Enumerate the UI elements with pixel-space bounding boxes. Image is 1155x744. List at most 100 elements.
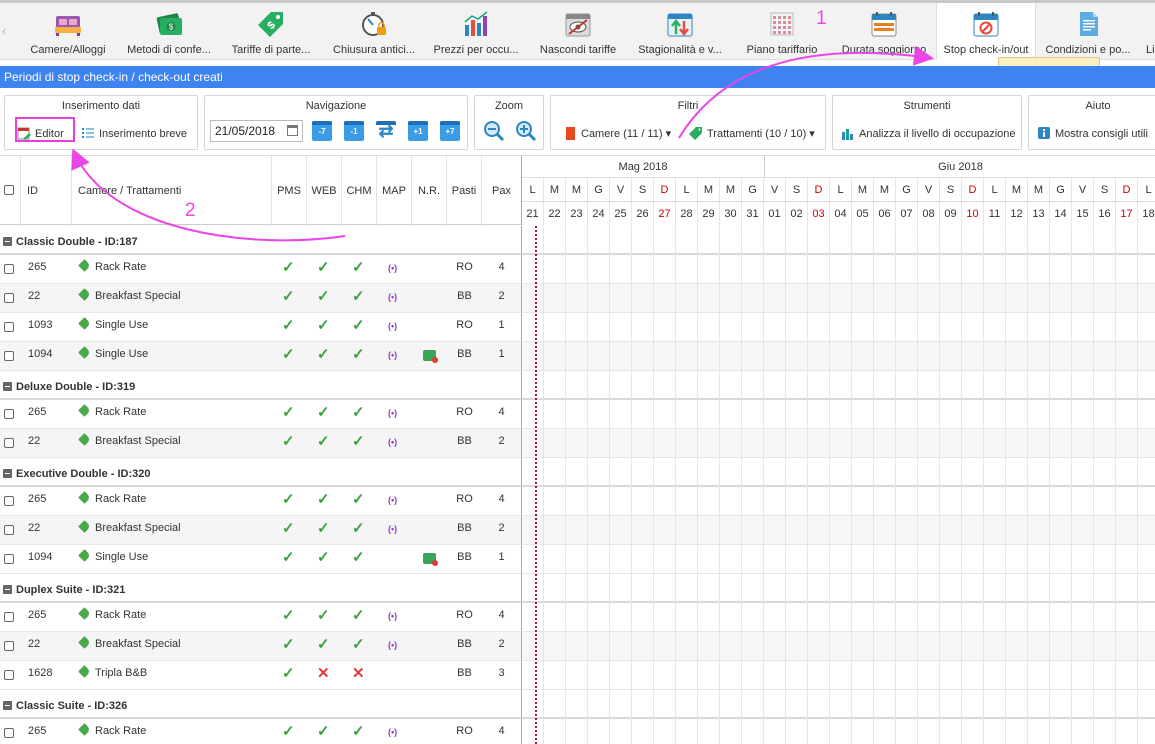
column-id[interactable]: ID [21,156,72,226]
table-row[interactable]: 22 Breakfast Special ✓ ✓ ✓ (•) BB 2 [0,284,1155,313]
scroll-left-icon[interactable]: ‹ [2,23,14,38]
table-row[interactable]: 265 Rack Rate ✓ ✓ ✓ (•) RO 4 [0,487,1155,516]
row-checkbox[interactable] [4,322,14,332]
rate-name[interactable]: Breakfast Special [78,632,181,661]
row-timeline[interactable] [521,516,1155,545]
table-row[interactable]: 265 Rack Rate ✓ ✓ ✓ (•) RO 4 [0,719,1155,744]
day-cell[interactable]: 28 [676,202,698,225]
row-checkbox[interactable] [4,496,14,506]
room-group-label[interactable]: Duplex Suite - ID:321 [0,574,521,603]
day-cell[interactable]: 24 [588,202,610,225]
nav-back-1-button[interactable]: -1 [344,121,364,141]
column-pms[interactable]: PMS [272,156,307,226]
nav-back-7-button[interactable]: -7 [312,121,332,141]
day-cell[interactable]: 07 [896,202,918,225]
table-row[interactable]: 265 Rack Rate ✓ ✓ ✓ (•) RO 4 [0,255,1155,284]
zoom-out-icon[interactable] [483,120,505,142]
swap-arrows-icon[interactable]: ⇄ [376,121,396,141]
table-row[interactable]: 1094 Single Use ✓ ✓ ✓ BB 1 [0,545,1155,574]
day-cell[interactable]: 21 [522,202,544,225]
tab-stop-checkin-out[interactable]: Stop check-in/out [936,3,1036,60]
day-cell[interactable]: 03 [808,202,830,225]
row-timeline[interactable] [521,719,1155,744]
row-checkbox[interactable] [4,641,14,651]
row-checkbox[interactable] [4,612,14,622]
row-checkbox[interactable] [4,293,14,303]
room-group-label[interactable]: Executive Double - ID:320 [0,458,521,487]
tab-truncated[interactable]: Li [1140,3,1155,60]
day-cell[interactable]: 22 [544,202,566,225]
collapse-icon[interactable] [3,701,12,710]
room-group-row[interactable]: Classic Suite - ID:326 [0,690,1155,719]
treatments-filter-dropdown[interactable]: Trattamenti (10 / 10) ▾ [689,123,815,145]
nav-forward-1-button[interactable]: +1 [408,121,428,141]
rate-name[interactable]: Rack Rate [78,487,146,516]
room-group-row[interactable]: Executive Double - ID:320 [0,458,1155,487]
room-group-label[interactable]: Deluxe Double - ID:319 [0,371,521,400]
tab-stay-duration[interactable]: Durata soggiorno [834,3,934,60]
tab-hide-rates[interactable]: Nascondi tariffe [530,3,626,60]
row-checkbox[interactable] [4,351,14,361]
day-cell[interactable]: 09 [940,202,962,225]
row-timeline[interactable] [521,342,1155,371]
column-pax[interactable]: Pax [482,156,521,226]
table-row[interactable]: 1093 Single Use ✓ ✓ ✓ (•) RO 1 [0,313,1155,342]
column-map[interactable]: MAP [377,156,412,226]
table-row[interactable]: 1094 Single Use ✓ ✓ ✓ (•) BB 1 [0,342,1155,371]
row-timeline[interactable] [521,400,1155,429]
column-meals[interactable]: Pasti [447,156,482,226]
rate-name[interactable]: Single Use [78,313,148,342]
day-cell[interactable]: 27 [654,202,676,225]
room-group-row[interactable]: Classic Double - ID:187 [0,226,1155,255]
day-cell[interactable]: 29 [698,202,720,225]
rate-name[interactable]: Rack Rate [78,255,146,284]
tab-partner-rates[interactable]: $ Tariffe di parte... [222,3,320,60]
tab-seasonality[interactable]: Stagionalità e v... [632,3,728,60]
day-cell[interactable]: 23 [566,202,588,225]
day-cell[interactable]: 30 [720,202,742,225]
rate-name[interactable]: Rack Rate [78,719,146,744]
day-cell[interactable]: 05 [852,202,874,225]
occupancy-analysis-button[interactable]: Analizza il livello di occupazione [841,123,1016,145]
row-timeline[interactable] [521,429,1155,458]
row-timeline[interactable] [521,661,1155,690]
row-timeline[interactable] [521,603,1155,632]
short-entry-button[interactable]: Inserimento breve [81,123,187,145]
day-cell[interactable]: 08 [918,202,940,225]
room-group-row[interactable]: Duplex Suite - ID:321 [0,574,1155,603]
collapse-icon[interactable] [3,585,12,594]
day-cell[interactable]: 06 [874,202,896,225]
table-row[interactable]: 22 Breakfast Special ✓ ✓ ✓ (•) BB 2 [0,516,1155,545]
day-cell[interactable]: 13 [1028,202,1050,225]
day-cell[interactable]: 02 [786,202,808,225]
rate-name[interactable]: Breakfast Special [78,516,181,545]
day-cell[interactable]: 18 [1138,202,1155,225]
day-cell[interactable]: 31 [742,202,764,225]
room-group-label[interactable]: Classic Double - ID:187 [0,226,521,255]
rooms-filter-dropdown[interactable]: Camere (11 / 11) ▾ [563,123,671,145]
tab-early-closing[interactable]: Chiusura antici... [326,3,422,60]
tab-conditions[interactable]: Condizioni e po... [1040,3,1136,60]
row-checkbox[interactable] [4,264,14,274]
day-cell[interactable]: 01 [764,202,786,225]
row-checkbox[interactable] [4,670,14,680]
editor-button[interactable]: Editor [17,123,64,145]
collapse-icon[interactable] [3,382,12,391]
rate-name[interactable]: Rack Rate [78,400,146,429]
date-field[interactable]: 21/05/2018 [210,120,303,142]
row-timeline[interactable] [521,632,1155,661]
table-row[interactable]: 1628 Tripla B&B ✓ ✕ ✕ BB 3 [0,661,1155,690]
day-cell[interactable]: 04 [830,202,852,225]
select-all-checkbox[interactable] [4,185,14,195]
row-checkbox[interactable] [4,409,14,419]
rate-name[interactable]: Breakfast Special [78,429,181,458]
row-checkbox[interactable] [4,438,14,448]
day-cell[interactable]: 11 [984,202,1006,225]
column-rooms[interactable]: Camere / Trattamenti [72,156,272,226]
tab-occupancy-prices[interactable]: Prezzi per occu... [428,3,524,60]
day-cell[interactable]: 15 [1072,202,1094,225]
calendar-icon[interactable] [287,125,298,136]
day-cell[interactable]: 25 [610,202,632,225]
row-timeline[interactable] [521,545,1155,574]
rate-name[interactable]: Tripla B&B [78,661,147,690]
